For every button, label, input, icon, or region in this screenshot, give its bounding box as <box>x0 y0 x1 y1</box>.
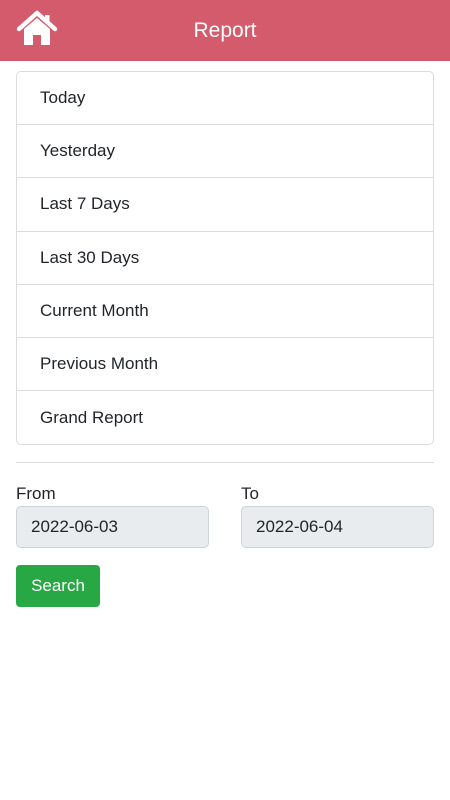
list-item-grand-report[interactable]: Grand Report <box>17 391 433 444</box>
list-item-current-month[interactable]: Current Month <box>17 285 433 338</box>
search-button[interactable]: Search <box>16 565 100 607</box>
from-date-input[interactable] <box>16 506 209 548</box>
list-item-previous-month[interactable]: Previous Month <box>17 338 433 392</box>
from-label: From <box>16 484 56 503</box>
to-label: To <box>241 484 259 503</box>
list-item-today[interactable]: Today <box>17 72 433 126</box>
list-item-last-7-days[interactable]: Last 7 Days <box>17 178 433 232</box>
section-divider <box>16 462 434 463</box>
list-item-yesterday[interactable]: Yesterday <box>17 125 433 179</box>
app-header: Report <box>0 0 450 61</box>
page-title: Report <box>193 19 257 42</box>
to-date-input[interactable] <box>241 506 434 548</box>
list-item-last-30-days[interactable]: Last 30 Days <box>17 232 433 285</box>
report-options-list: Today Yesterday Last 7 Days Last 30 Days… <box>16 71 434 446</box>
